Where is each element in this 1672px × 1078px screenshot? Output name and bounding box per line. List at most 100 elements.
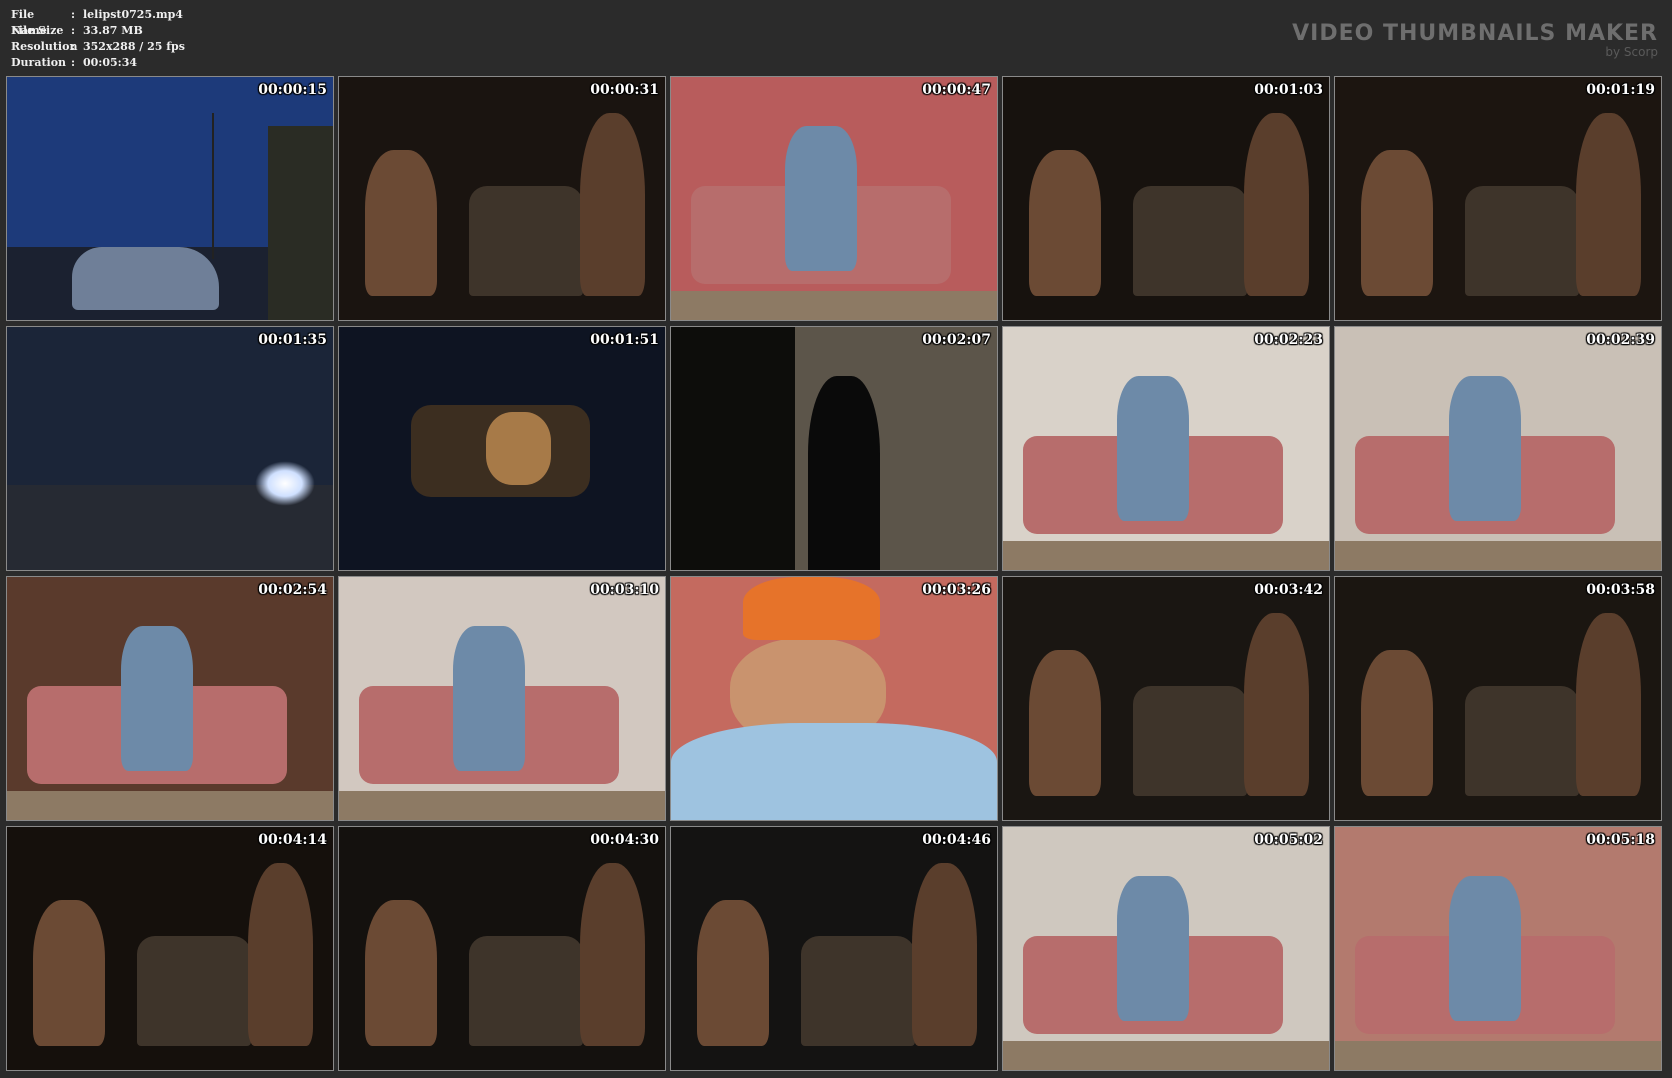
scene-shape [1465, 186, 1580, 296]
scene-shape [469, 936, 584, 1046]
timestamp-label: 00:05:02 [1254, 832, 1323, 848]
info-value: lelipst0725.mp4 [83, 8, 183, 21]
scene-shape [267, 125, 333, 320]
scene-shape [254, 460, 315, 506]
scene-shape [1244, 613, 1310, 796]
thumbnail-woman-doorway[interactable]: 00:02:07 [670, 326, 998, 571]
info-key: File Name [11, 8, 47, 37]
thumbnail-car-interior-dark[interactable]: 00:03:42 [1002, 576, 1330, 821]
scene-shape [1576, 113, 1642, 296]
scene-shape [453, 625, 525, 772]
scene-shape [671, 722, 997, 820]
scene-shape [1361, 149, 1433, 296]
scene-shape [742, 577, 880, 641]
timestamp-label: 00:02:07 [922, 332, 991, 348]
scene-shape [72, 247, 219, 311]
info-value: 33.87 MB [83, 24, 143, 37]
scene-shape [1465, 686, 1580, 796]
info-row-filename: File Name : lelipst0725.mp4 [11, 7, 185, 37]
thumbnail-two-women-room[interactable]: 00:02:23 [1002, 326, 1330, 571]
timestamp-label: 00:02:54 [258, 582, 327, 598]
thumbnail-grid: 00:00:15 00:00:31 00:00:47 00:01:03 00:01:19… [6, 76, 1662, 1071]
scene-shape [1449, 875, 1521, 1022]
file-info: File Name : lelipst0725.mp4 File Size : … [11, 7, 185, 71]
timestamp-label: 00:00:47 [922, 82, 991, 98]
info-separator: : [71, 8, 76, 21]
scene-shape [1244, 113, 1310, 296]
thumbnail-car-interior-dark[interactable]: 00:01:03 [1002, 76, 1330, 321]
scene-shape [1003, 540, 1329, 570]
thumbnail-car-interior-dark[interactable]: 00:04:30 [338, 826, 666, 1071]
scene-shape [1133, 686, 1248, 796]
thumbnail-headlights-night[interactable]: 00:01:35 [6, 326, 334, 571]
scene-shape [365, 899, 437, 1046]
scene-shape [1361, 649, 1433, 796]
timestamp-label: 00:01:03 [1254, 82, 1323, 98]
info-value: 00:05:34 [83, 56, 138, 69]
scene-shape [1133, 186, 1248, 296]
timestamp-label: 00:04:46 [922, 832, 991, 848]
thumbnail-man-sofa-wide[interactable]: 00:05:02 [1002, 826, 1330, 1071]
scene-shape [1335, 540, 1661, 570]
scene-shape [1117, 875, 1189, 1022]
thumbnail-car-interior-dark[interactable]: 00:03:58 [1334, 576, 1662, 821]
timestamp-label: 00:01:35 [258, 332, 327, 348]
thumbnail-car-window-night[interactable]: 00:01:51 [338, 326, 666, 571]
scene-shape [671, 290, 997, 320]
thumbnail-man-floral-sofa-phone[interactable]: 00:00:47 [670, 76, 998, 321]
info-separator: : [71, 56, 76, 69]
timestamp-label: 00:03:42 [1254, 582, 1323, 598]
scene-shape [485, 412, 551, 485]
scene-shape [212, 113, 215, 260]
info-row-filesize: File Size : 33.87 MB [11, 23, 185, 39]
scene-shape [807, 375, 880, 570]
timestamp-label: 00:05:18 [1586, 832, 1655, 848]
scene-shape [1003, 1040, 1329, 1070]
timestamp-label: 00:04:14 [258, 832, 327, 848]
scene-shape [137, 936, 252, 1046]
brand-title: VIDEO THUMBNAILS MAKER [1292, 21, 1658, 46]
scene-shape [1029, 149, 1101, 296]
scene-shape [1029, 649, 1101, 796]
timestamp-label: 00:02:39 [1586, 332, 1655, 348]
info-separator: : [71, 40, 76, 53]
scene-shape [339, 790, 665, 820]
info-value: 352x288 / 25 fps [83, 40, 185, 53]
brand-subtitle: by Scorp [1605, 45, 1658, 59]
timestamp-label: 00:02:23 [1254, 332, 1323, 348]
thumbnail-man-sofa-women[interactable]: 00:02:39 [1334, 326, 1662, 571]
scene-shape [121, 625, 193, 772]
scene-shape [1117, 375, 1189, 522]
info-key: Resolution [11, 40, 78, 53]
info-key: File Size [11, 24, 64, 37]
scene-shape [365, 149, 437, 296]
thumbnail-sofa-gun-closeup[interactable]: 00:05:18 [1334, 826, 1662, 1071]
scene-shape [912, 863, 978, 1046]
thumbnail-car-interior-dark[interactable]: 00:04:46 [670, 826, 998, 1071]
timestamp-label: 00:03:58 [1586, 582, 1655, 598]
scene-shape [248, 863, 314, 1046]
timestamp-label: 00:03:10 [590, 582, 659, 598]
info-row-resolution: Resolution : 352x288 / 25 fps [11, 39, 185, 55]
timestamp-label: 00:00:31 [590, 82, 659, 98]
timestamp-label: 00:00:15 [258, 82, 327, 98]
thumbnail-woman-closeup-dark[interactable]: 00:04:14 [6, 826, 334, 1071]
thumbnail-women-room[interactable]: 00:02:54 [6, 576, 334, 821]
scene-shape [580, 113, 646, 296]
timestamp-label: 00:03:26 [922, 582, 991, 598]
timestamp-label: 00:04:30 [590, 832, 659, 848]
scene-shape [801, 936, 916, 1046]
info-separator: : [71, 24, 76, 37]
scene-shape [697, 899, 769, 1046]
timestamp-label: 00:01:19 [1586, 82, 1655, 98]
info-row-duration: Duration : 00:05:34 [11, 55, 185, 71]
thumbnail-night-road-car[interactable]: 00:00:15 [6, 76, 334, 321]
scene-shape [580, 863, 646, 1046]
thumbnail-man-closeup-phone[interactable]: 00:03:26 [670, 576, 998, 821]
thumbnail-man-bending-sofa[interactable]: 00:03:10 [338, 576, 666, 821]
scene-shape [1576, 613, 1642, 796]
scene-shape [1449, 375, 1521, 522]
thumbnail-car-interior-dark[interactable]: 00:00:31 [338, 76, 666, 321]
thumbnail-car-interior-dark[interactable]: 00:01:19 [1334, 76, 1662, 321]
scene-shape [7, 790, 333, 820]
